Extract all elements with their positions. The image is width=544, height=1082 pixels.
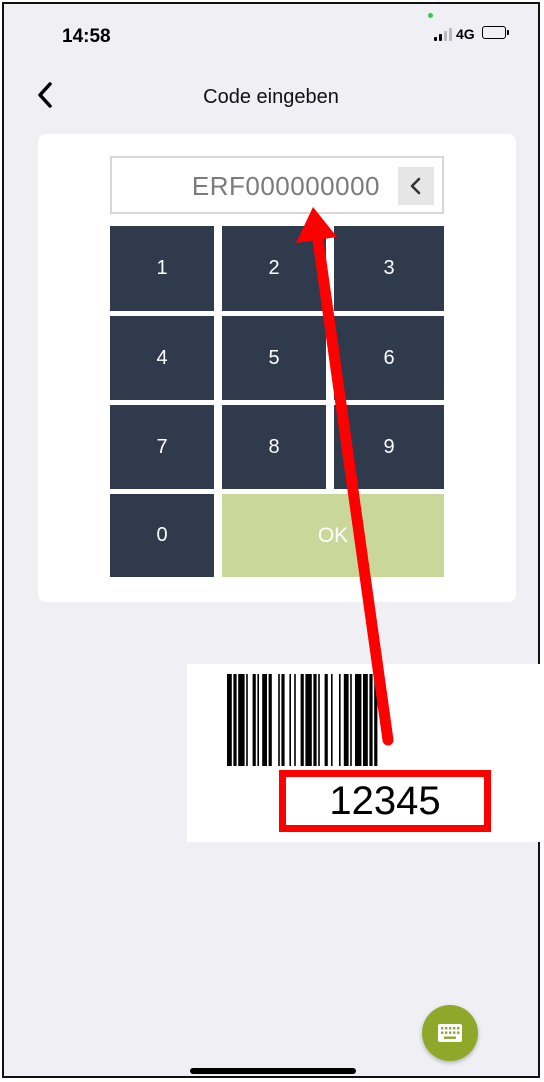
status-bar: 14:58 4G [4,4,538,66]
code-input-value: ERF000000000 [191,171,380,201]
barcode-image [227,674,378,766]
keypad-key-9[interactable]: 9 [334,405,444,489]
navigation-bar: Code eingeben [4,66,538,124]
keyboard-icon [438,1024,462,1042]
keypad-key-7[interactable]: 7 [110,405,214,489]
keypad-key-2[interactable]: 2 [222,226,326,311]
ok-button[interactable]: OK [222,494,444,577]
keypad-key-5[interactable]: 5 [222,316,326,400]
keypad-key-1[interactable]: 1 [110,226,214,311]
code-input[interactable]: ERF000000000 [110,156,444,214]
privacy-indicator-dot [428,13,433,18]
chevron-left-icon [410,177,421,195]
keypad-key-0[interactable]: 0 [110,494,214,577]
keyboard-button[interactable] [422,1005,478,1061]
keypad-key-4[interactable]: 4 [110,316,214,400]
signal-icon [434,27,454,41]
phone-screen: 14:58 4G Code eingeben ERF000000000 1 2 … [2,2,540,1078]
code-entry-card: ERF000000000 1 2 3 4 5 6 7 8 9 0 OK [38,134,516,602]
status-time: 14:58 [62,26,111,47]
backspace-button[interactable] [398,167,434,205]
keypad-key-6[interactable]: 6 [334,316,444,400]
home-indicator [190,1068,356,1074]
barcode-number-highlight: 12345 [279,770,491,832]
page-title: Code eingeben [203,86,339,108]
barcode-annotation: 12345 [187,664,544,842]
barcode-number: 12345 [329,778,441,823]
battery-icon [482,26,509,39]
network-type: 4G [456,26,475,42]
keypad-key-3[interactable]: 3 [334,226,444,311]
keypad-key-8[interactable]: 8 [222,405,326,489]
